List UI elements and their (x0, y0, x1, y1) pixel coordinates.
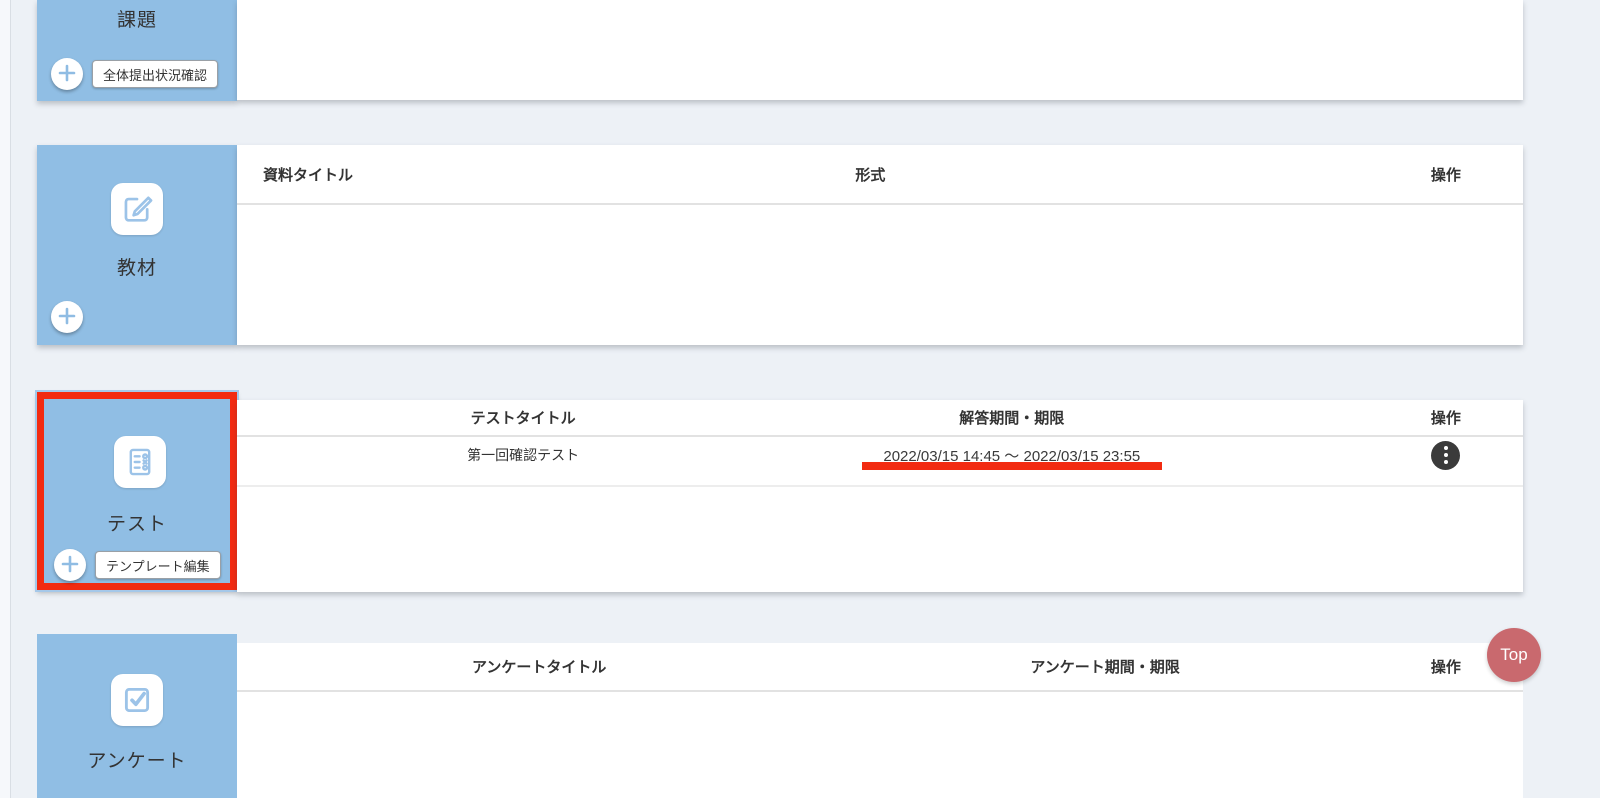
materials-section-label: 教材 (37, 253, 237, 280)
test-table-row: 第一回確認テスト 2022/03/15 14:45 〜 2022/03/15 2… (237, 437, 1523, 487)
assignment-section-panel (237, 0, 1523, 100)
test-row-title: 第一回確認テスト (237, 445, 809, 465)
assignment-section-label: 課題 (37, 5, 237, 32)
add-test-button[interactable] (54, 549, 86, 581)
survey-section-label: アンケート (37, 746, 237, 773)
materials-section-panel: 資料タイトル 形式 操作 (237, 145, 1523, 345)
materials-section-tile: 教材 (37, 145, 237, 345)
plus-icon (58, 307, 76, 328)
edit-pencil-square-icon (111, 183, 163, 235)
test-header-period: 解答期間・期限 (809, 407, 1214, 428)
materials-header-format: 形式 (751, 164, 989, 185)
checklist-test-icon (114, 436, 166, 488)
add-material-button[interactable] (51, 301, 83, 333)
overall-submission-status-button[interactable]: 全体提出状況確認 (92, 60, 218, 88)
assignment-section-tile: 課題 全体提出状況確認 (37, 0, 237, 101)
plus-icon (61, 555, 79, 576)
test-header-title: テストタイトル (237, 407, 809, 428)
test-header-operations: 操作 (1369, 407, 1523, 428)
plus-icon (58, 64, 76, 85)
materials-header-title: 資料タイトル (237, 164, 751, 185)
survey-header-period: アンケート期間・期限 (841, 656, 1368, 677)
add-assignment-button[interactable] (51, 58, 83, 90)
test-section-tile-highlighted: テスト テンプレート編集 (37, 392, 237, 590)
test-section-label: テスト (44, 509, 230, 536)
test-section-panel: テストタイトル 解答期間・期限 操作 第一回確認テスト 2022/03/15 1… (237, 400, 1523, 592)
survey-header-title: アンケートタイトル (237, 656, 841, 677)
test-table-header: テストタイトル 解答期間・期限 操作 (237, 400, 1523, 437)
template-edit-button[interactable]: テンプレート編集 (95, 551, 221, 579)
test-row-period: 2022/03/15 14:45 〜 2022/03/15 23:55 (809, 445, 1214, 466)
materials-table-header: 資料タイトル 形式 操作 (237, 145, 1523, 205)
survey-table-header: アンケートタイトル アンケート期間・期限 操作 (237, 643, 1523, 692)
scroll-to-top-button[interactable]: Top (1487, 628, 1541, 682)
test-row-menu-button[interactable] (1431, 441, 1460, 470)
kebab-menu-icon (1444, 446, 1448, 464)
page-left-edge (0, 0, 11, 798)
survey-section-tile: アンケート (37, 634, 237, 798)
materials-header-operations: 操作 (1369, 164, 1523, 185)
checkbox-checked-icon (111, 674, 163, 726)
red-underline-annotation (862, 462, 1162, 470)
survey-section-panel: アンケートタイトル アンケート期間・期限 操作 (237, 643, 1523, 798)
